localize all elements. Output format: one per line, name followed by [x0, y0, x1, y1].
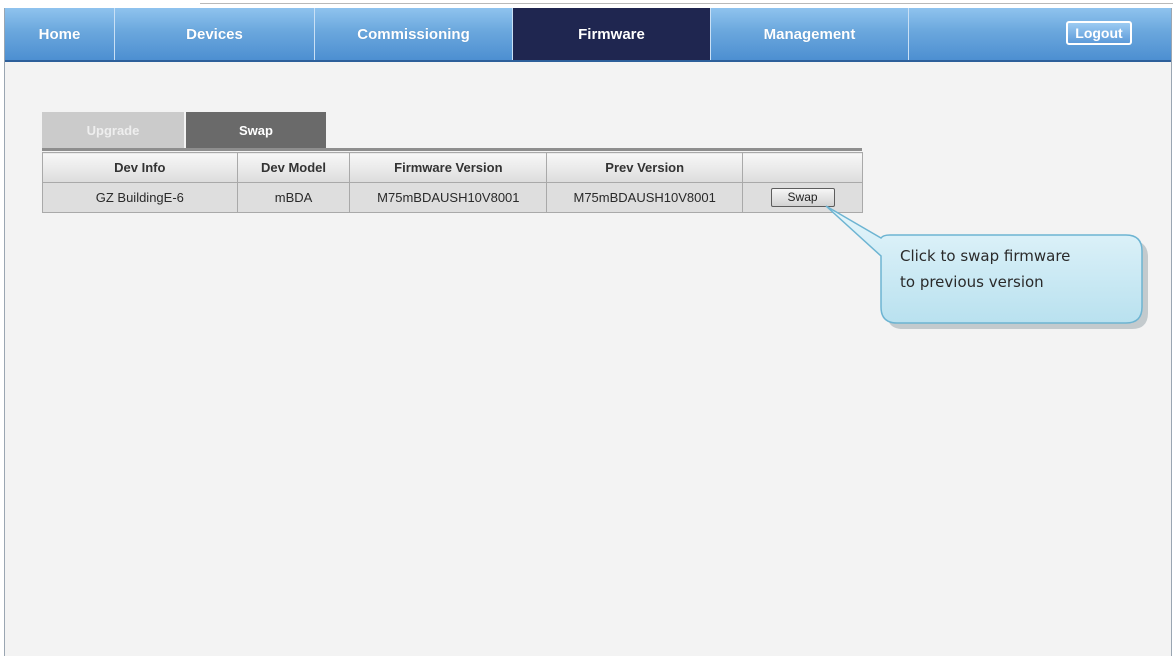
- cell-action: Swap: [742, 182, 863, 213]
- table-row: GZ BuildingE-6 mBDA M75mBDAUSH10V8001 M7…: [42, 182, 863, 213]
- header-dev-model: Dev Model: [236, 152, 351, 183]
- firmware-swap-table: Dev Info Dev Model Firmware Version Prev…: [42, 152, 863, 213]
- nav-management[interactable]: Management: [711, 8, 909, 60]
- nav-devices[interactable]: Devices: [115, 8, 315, 60]
- cell-dev-model: mBDA: [236, 182, 351, 213]
- tab-underline: [42, 148, 862, 151]
- cell-firmware-version: M75mBDAUSH10V8001: [349, 182, 548, 213]
- swap-button[interactable]: Swap: [770, 188, 835, 207]
- callout-text: Click to swap firmware to previous versi…: [900, 243, 1130, 295]
- header-dev-info: Dev Info: [42, 152, 238, 183]
- nav-firmware[interactable]: Firmware: [513, 8, 711, 60]
- nav-commissioning[interactable]: Commissioning: [315, 8, 513, 60]
- cell-dev-info: GZ BuildingE-6: [42, 182, 238, 213]
- main-nav: Home Devices Commissioning Firmware Mana…: [5, 8, 1171, 62]
- logout-button[interactable]: Logout: [1066, 21, 1132, 45]
- table-header-row: Dev Info Dev Model Firmware Version Prev…: [42, 152, 863, 183]
- tab-swap[interactable]: Swap: [186, 112, 326, 148]
- header-action: [742, 152, 863, 183]
- top-divider: [200, 3, 1173, 4]
- app-frame: Home Devices Commissioning Firmware Mana…: [4, 8, 1172, 656]
- header-prev-version: Prev Version: [546, 152, 744, 183]
- tab-upgrade[interactable]: Upgrade: [42, 112, 184, 148]
- nav-home[interactable]: Home: [5, 8, 115, 60]
- header-firmware-version: Firmware Version: [349, 152, 548, 183]
- callout-line-2: to previous version: [900, 273, 1044, 291]
- cell-prev-version: M75mBDAUSH10V8001: [546, 182, 744, 213]
- callout-line-1: Click to swap firmware: [900, 247, 1071, 265]
